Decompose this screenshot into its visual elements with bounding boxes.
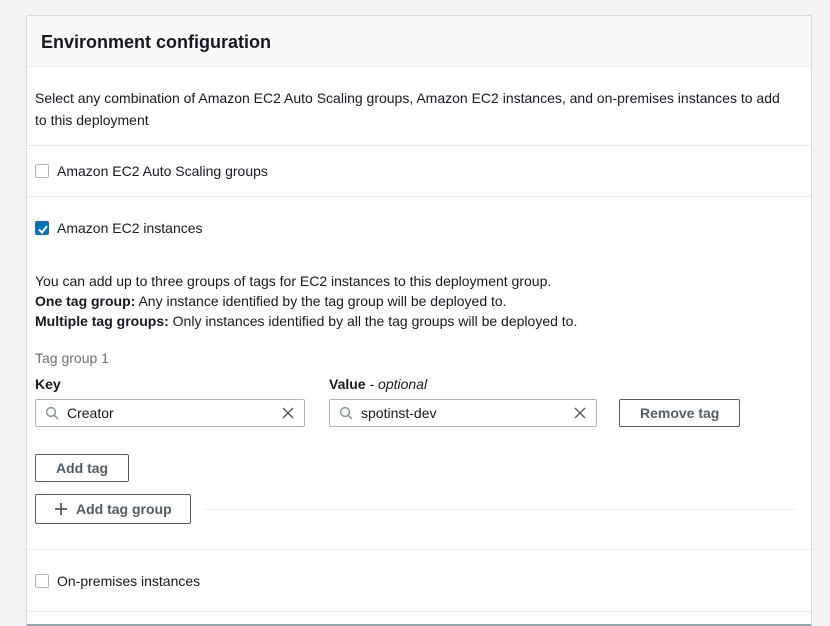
- add-tag-button[interactable]: Add tag: [35, 454, 129, 482]
- on-premises-label: On-premises instances: [57, 572, 200, 590]
- check-icon: [36, 222, 50, 236]
- value-input-wrap: [329, 399, 597, 427]
- value-label: Value - optional: [329, 375, 427, 393]
- panel-header: Environment configuration: [27, 16, 811, 67]
- optional-suffix: - optional: [369, 376, 427, 392]
- value-input[interactable]: [361, 405, 573, 421]
- divider: [27, 611, 811, 612]
- plus-icon: [54, 502, 68, 516]
- tag-groups-help-text: You can add up to three groups of tags f…: [35, 271, 795, 331]
- help-multiple-tag-groups-desc: Only instances identified by all the tag…: [169, 313, 578, 329]
- option-row-on-premises: On-premises instances: [35, 550, 795, 611]
- on-premises-checkbox[interactable]: [35, 574, 49, 588]
- key-input-wrap: [35, 399, 305, 427]
- search-icon: [339, 406, 353, 420]
- add-tag-group-button[interactable]: Add tag group: [35, 494, 191, 524]
- panel-body: Select any combination of Amazon EC2 Aut…: [27, 87, 811, 624]
- help-one-tag-group-desc: Any instance identified by the tag group…: [135, 293, 506, 309]
- close-icon: [281, 406, 295, 420]
- help-multiple-tag-groups-term: Multiple tag groups:: [35, 313, 169, 329]
- option-row-auto-scaling-groups: Amazon EC2 Auto Scaling groups: [35, 146, 795, 196]
- help-intro: You can add up to three groups of tags f…: [35, 273, 551, 289]
- remove-tag-button[interactable]: Remove tag: [619, 399, 740, 427]
- tag-group-1-label: Tag group 1: [35, 349, 795, 367]
- add-tag-group-label: Add tag group: [76, 501, 172, 517]
- search-icon: [45, 406, 59, 420]
- clear-value-button[interactable]: [573, 406, 587, 420]
- ec2-instances-label: Amazon EC2 instances: [57, 219, 203, 237]
- add-tag-group-row: Add tag group: [35, 494, 795, 524]
- divider: [205, 509, 795, 510]
- page-title: Environment configuration: [41, 31, 791, 54]
- field-labels-row: Key Value - optional: [35, 375, 795, 393]
- tag-fields-row: Remove tag: [35, 399, 795, 427]
- auto-scaling-groups-checkbox[interactable]: [35, 164, 49, 178]
- environment-configuration-panel: Environment configuration Select any com…: [26, 15, 812, 626]
- clear-key-button[interactable]: [281, 406, 295, 420]
- auto-scaling-groups-label: Amazon EC2 Auto Scaling groups: [57, 162, 268, 180]
- page: { "panel": { "title": "Environment confi…: [0, 0, 830, 618]
- panel-description: Select any combination of Amazon EC2 Aut…: [35, 87, 791, 131]
- ec2-instances-checkbox[interactable]: [35, 221, 49, 235]
- option-row-ec2-instances: Amazon EC2 instances: [35, 197, 795, 237]
- key-label: Key: [35, 375, 329, 393]
- key-input[interactable]: [67, 405, 281, 421]
- help-one-tag-group-term: One tag group:: [35, 293, 135, 309]
- close-icon: [573, 406, 587, 420]
